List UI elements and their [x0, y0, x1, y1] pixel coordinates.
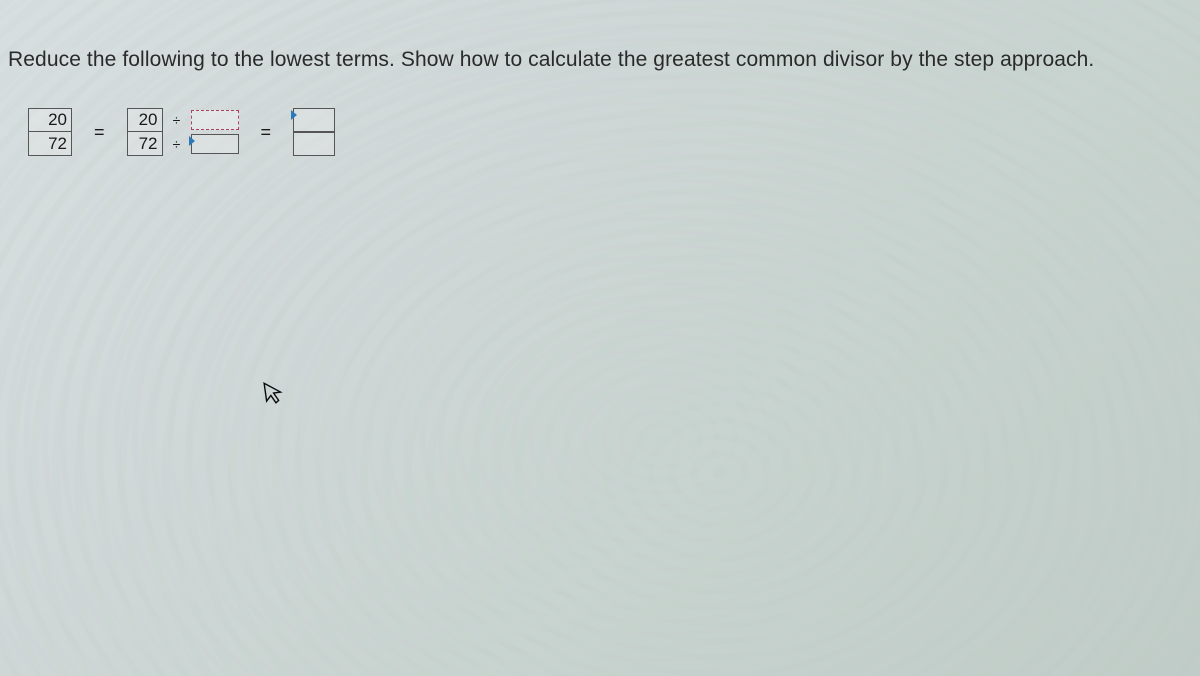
division-denominator-row: 72 ÷ — [127, 132, 239, 156]
gcd-denominator-input[interactable] — [191, 134, 239, 154]
result-numerator-input[interactable] — [293, 108, 335, 132]
original-numerator: 20 — [28, 108, 72, 132]
equals-sign-1: = — [94, 122, 105, 143]
step-denominator: 72 — [127, 132, 163, 156]
divide-symbol-bottom: ÷ — [171, 136, 183, 152]
question-text: Reduce the following to the lowest terms… — [0, 0, 1200, 72]
input-marker-icon — [189, 136, 195, 146]
gcd-numerator-input[interactable] — [191, 110, 239, 130]
result-denominator-input[interactable] — [293, 132, 335, 156]
content-area: Reduce the following to the lowest terms… — [0, 0, 1200, 156]
result-fraction — [293, 108, 335, 156]
original-fraction: 20 72 — [28, 108, 72, 156]
division-step: 20 ÷ 72 ÷ — [127, 108, 239, 156]
equation-row: 20 72 = 20 ÷ 72 ÷ = — [28, 108, 1200, 156]
divide-symbol-top: ÷ — [171, 112, 183, 128]
division-numerator-row: 20 ÷ — [127, 108, 239, 132]
step-numerator: 20 — [127, 108, 163, 132]
original-denominator: 72 — [28, 132, 72, 156]
input-marker-icon — [291, 110, 297, 120]
cursor-icon — [262, 379, 286, 413]
equals-sign-2: = — [261, 122, 272, 143]
